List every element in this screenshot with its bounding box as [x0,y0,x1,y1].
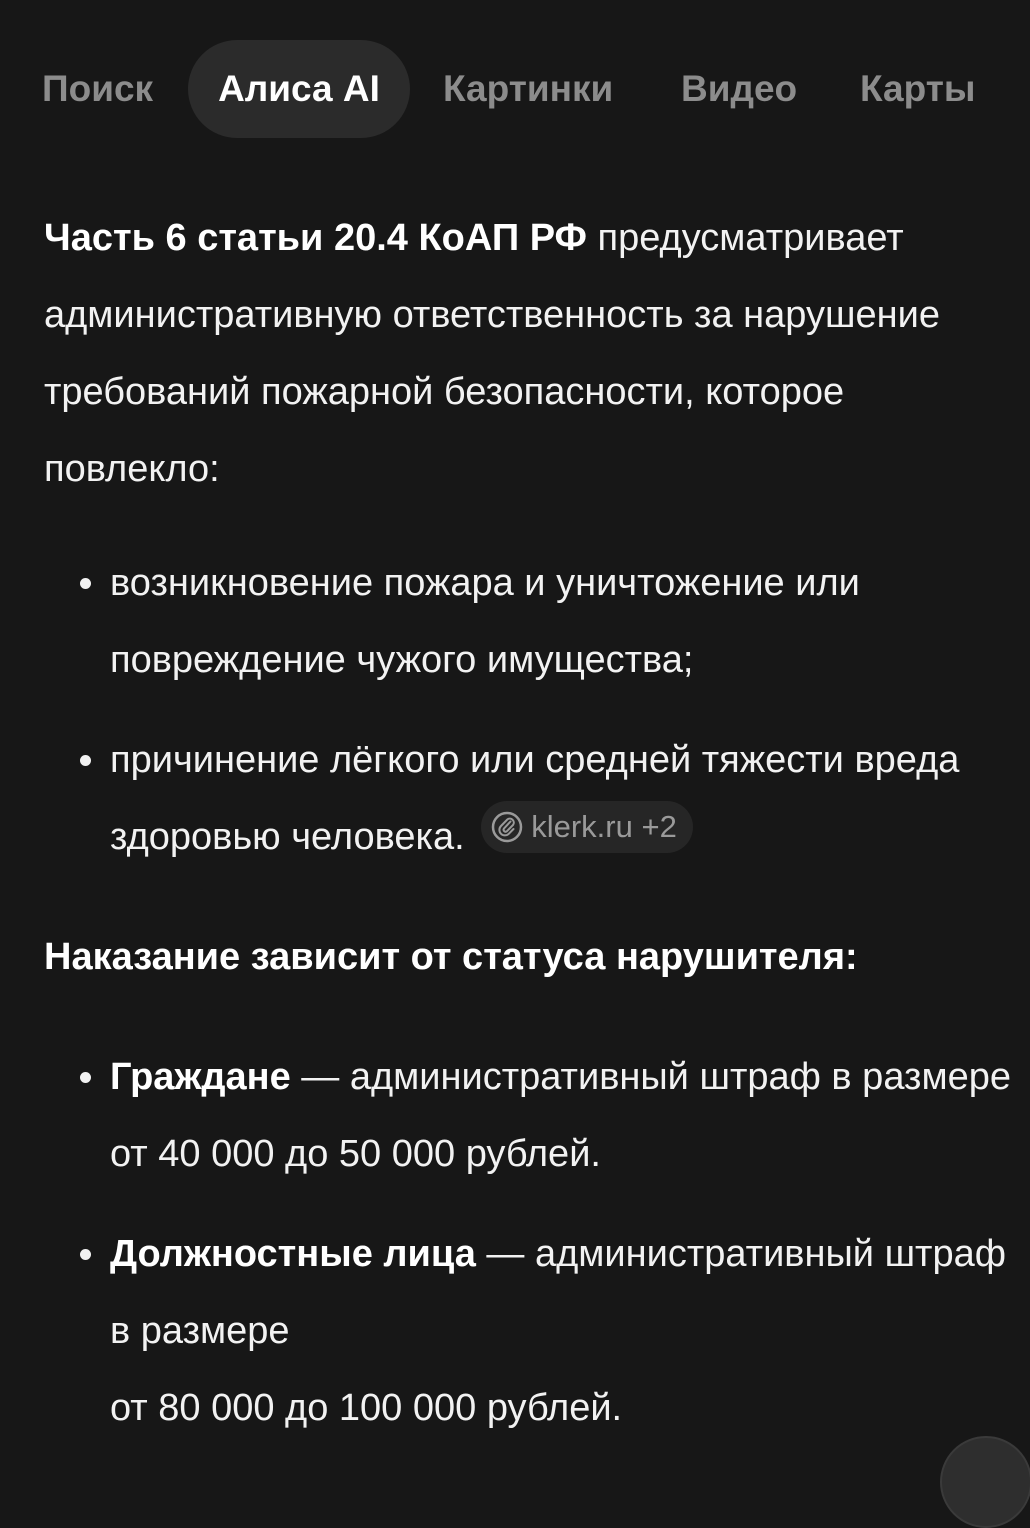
answer-content: Часть 6 статьи 20.4 КоАП РФ предусматрив… [44,200,1019,1447]
penalties-list: Граждане — административный штраф в разм… [44,1039,1019,1447]
tab-search[interactable]: Поиск [42,40,153,138]
service-tabs: Поиск Алиса AI Картинки Видео Карты [0,40,1030,138]
source-chip[interactable]: klerk.ru +2 [481,801,693,853]
bullet-icon [80,1249,91,1260]
penalty-amount: от 80 000 до 100 000 рублей. [110,1387,623,1429]
consequences-list: возникновение пожара и уничтожение или п… [44,545,1019,876]
list-item: Должностные лица — административный штра… [44,1216,1019,1447]
tab-alice-ai[interactable]: Алиса AI [188,40,410,138]
intro-paragraph: Часть 6 статьи 20.4 КоАП РФ предусматрив… [44,200,1019,508]
paperclip-icon [491,811,523,843]
list-item: Граждане — административный штраф в разм… [44,1039,1019,1193]
tab-images[interactable]: Картинки [443,40,613,138]
list-item: возникновение пожара и уничтожение или п… [44,545,1019,699]
bullet-icon [80,578,91,589]
list-item: причинение лёгкого или средней тяжести в… [44,722,1019,876]
bullet-icon [80,755,91,766]
bullet-icon [80,1072,91,1083]
intro-bold: Часть 6 статьи 20.4 КоАП РФ [44,217,587,259]
source-chip-label: klerk.ru +2 [531,809,677,844]
floating-action-button[interactable] [940,1436,1030,1528]
penalty-subject: Граждане [110,1056,291,1098]
tab-maps[interactable]: Карты [860,40,975,138]
tab-video[interactable]: Видео [681,40,797,138]
penalty-heading: Наказание зависит от статуса нарушителя: [44,936,858,978]
consequence-text: возникновение пожара и уничтожение или п… [110,562,860,681]
penalty-subject: Должностные лица [110,1233,476,1275]
